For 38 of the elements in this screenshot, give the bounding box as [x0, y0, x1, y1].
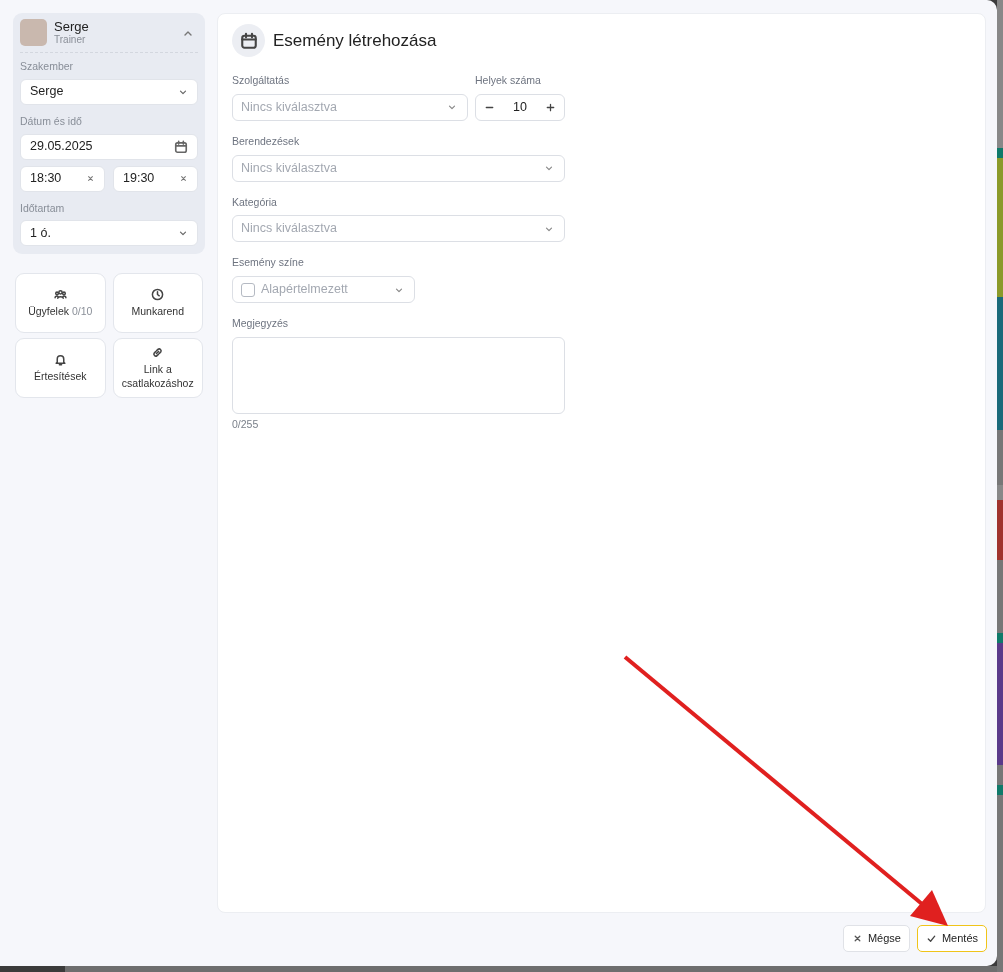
field-label: Szolgáltatás: [232, 73, 291, 88]
form-title: Esemény létrehozása: [273, 29, 437, 52]
people-icon: [53, 287, 67, 301]
field-label: Szakember: [20, 59, 75, 74]
time-field[interactable]: 18:30: [20, 165, 105, 192]
select-field[interactable]: 1 ó.: [20, 220, 198, 247]
field-label: Kategória: [232, 194, 278, 210]
link-icon: [151, 346, 165, 360]
calendar-icon: [174, 139, 188, 154]
profile-role: Trainer: [54, 34, 87, 46]
field-label: Esemény színe: [232, 255, 305, 271]
tile-button[interactable]: Link a csatlakozáshoz: [112, 338, 203, 399]
chevron-down-icon: [544, 163, 554, 173]
calendar-icon: [239, 31, 258, 50]
time-field[interactable]: 19:30: [113, 165, 198, 192]
character-counter: 0/255: [232, 416, 260, 432]
tile-button[interactable]: Értesítések: [15, 338, 106, 399]
clock-icon: [151, 287, 165, 301]
check-icon: [925, 933, 937, 944]
date-field[interactable]: 29.05.2025: [20, 133, 198, 160]
plus-icon: [545, 101, 556, 113]
color-swatch: [241, 282, 255, 297]
field-label: Helyek száma: [475, 73, 542, 88]
field-label: Dátum és idő: [20, 113, 83, 129]
field-label: Berendezések: [232, 133, 301, 149]
select-field[interactable]: Serge: [20, 78, 198, 105]
field-label: Megjegyzés: [232, 316, 290, 331]
avatar-photo-placeholder: [20, 19, 47, 46]
field-label: Időtartam: [20, 200, 66, 216]
close-icon: [86, 174, 95, 183]
tile-button[interactable]: Ügyfelek 0/10: [15, 273, 106, 334]
cancel-button[interactable]: Mégse: [842, 925, 910, 952]
close-icon: [179, 174, 188, 183]
profile-name: Serge: [54, 19, 90, 35]
bell-icon: [53, 352, 67, 366]
tile-button[interactable]: Munkarend: [112, 273, 203, 334]
number-stepper[interactable]: 10: [475, 93, 565, 121]
save-button[interactable]: Mentés: [916, 925, 987, 952]
